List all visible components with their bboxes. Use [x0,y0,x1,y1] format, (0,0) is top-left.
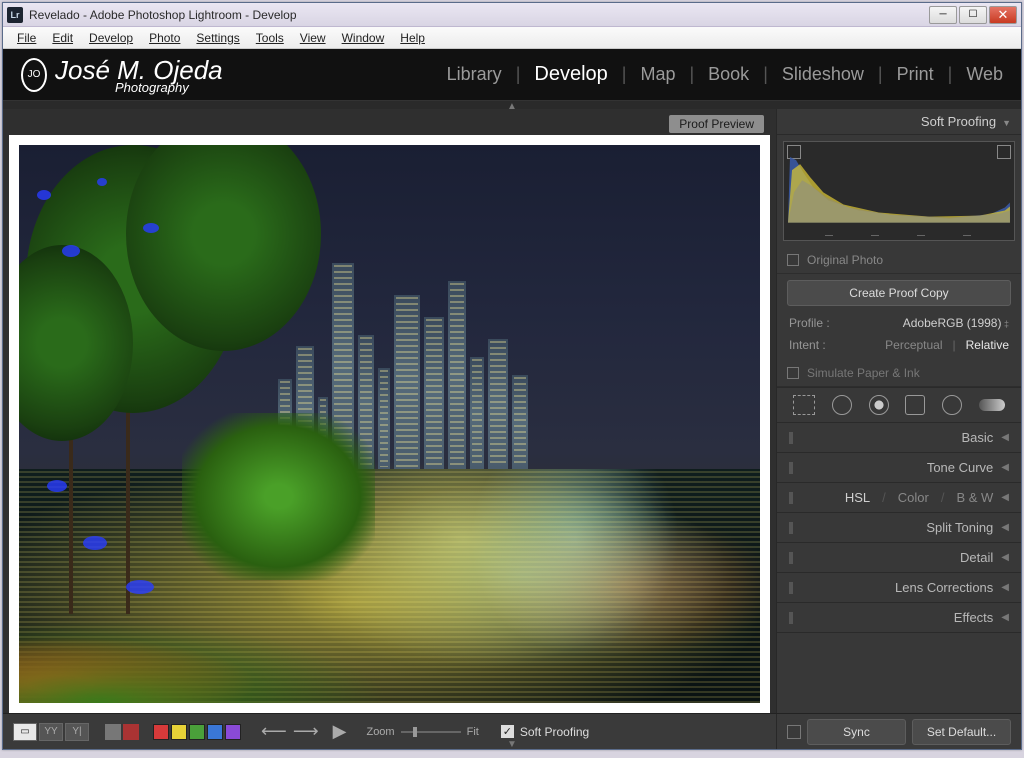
flag-pick-icon[interactable] [105,724,121,740]
check-icon: ✓ [501,725,514,738]
before-after-split-button[interactable]: Y| [65,723,89,741]
proof-preview-badge[interactable]: Proof Preview [669,115,764,133]
menu-edit[interactable]: Edit [44,29,81,47]
menu-file[interactable]: File [9,29,44,47]
module-develop[interactable]: Develop [534,63,607,86]
sync-button[interactable]: Sync [807,719,906,745]
zoom-slider[interactable] [401,731,461,733]
minimize-button[interactable]: ─ [929,6,957,24]
radial-tool-icon[interactable] [942,395,962,415]
view-mode-group: ▭ YY Y| [13,723,89,741]
flag-group [105,724,139,740]
soft-proofing-label: Soft Proofing [520,725,589,739]
soft-proofing-toggle[interactable]: ✓ Soft Proofing [501,725,589,739]
menu-photo[interactable]: Photo [141,29,188,47]
intent-label: Intent : [789,338,875,352]
photo-preview [19,145,760,703]
next-photo-icon[interactable]: ⟶ [293,721,319,742]
color-label-group [153,724,241,740]
menu-develop[interactable]: Develop [81,29,141,47]
play-icon[interactable]: ▶ [333,721,347,742]
app-window: Lr Revelado - Adobe Photoshop Lightroom … [2,2,1022,750]
color-label-purple[interactable] [225,724,241,740]
intent-perceptual[interactable]: Perceptual [885,338,942,352]
original-photo-label: Original Photo [807,253,883,267]
module-print[interactable]: Print [897,64,934,85]
histogram[interactable] [783,141,1015,241]
nav-group: ⟵ ⟶ ▶ [261,721,346,742]
menubar: File Edit Develop Photo Settings Tools V… [3,27,1021,49]
module-picker: Library| Develop| Map| Book| Slideshow| … [447,63,1003,86]
color-label-red[interactable] [153,724,169,740]
loupe-view-button[interactable]: ▭ [13,723,37,741]
zoom-label: Zoom [366,726,394,738]
main-area: Proof Preview [3,109,1021,713]
crop-tool-icon[interactable] [793,395,815,415]
menu-window[interactable]: Window [334,29,393,47]
menu-settings[interactable]: Settings [188,29,247,47]
lightroom-body: JO José M. Ojeda Photography Library| De… [3,49,1021,749]
checkbox-icon [787,254,799,266]
preview-area: Proof Preview [3,109,776,713]
create-proof-copy-button[interactable]: Create Proof Copy [787,280,1011,306]
module-header: JO José M. Ojeda Photography Library| De… [3,49,1021,101]
top-panel-expand[interactable]: ▲ [3,101,1021,109]
grad-tool-icon[interactable] [905,395,925,415]
color-label-yellow[interactable] [171,724,187,740]
fit-label: Fit [467,726,479,738]
section-effects[interactable]: Effects◀ [777,603,1021,633]
module-library[interactable]: Library [447,64,502,85]
canvas[interactable] [9,135,770,713]
module-map[interactable]: Map [640,64,675,85]
logo-icon: JO [21,58,47,92]
titlebar[interactable]: Lr Revelado - Adobe Photoshop Lightroom … [3,3,1021,27]
flag-reject-icon[interactable] [123,724,139,740]
app-icon: Lr [7,7,23,23]
color-label-blue[interactable] [207,724,223,740]
section-basic[interactable]: Basic◀ [777,423,1021,453]
menu-view[interactable]: View [292,29,334,47]
spot-tool-icon[interactable] [832,395,852,415]
window-title: Revelado - Adobe Photoshop Lightroom - D… [29,8,297,22]
before-after-y-button[interactable]: YY [39,723,63,741]
bottom-toolbar: ▭ YY Y| ⟵ ⟶ ▶ [3,713,1021,749]
right-panel: Soft Proofing Original [776,109,1021,713]
prev-photo-icon[interactable]: ⟵ [261,721,287,742]
identity-plate[interactable]: JO José M. Ojeda Photography [21,55,223,95]
redeye-tool-icon[interactable] [869,395,889,415]
maximize-button[interactable]: ☐ [959,6,987,24]
section-detail[interactable]: Detail◀ [777,543,1021,573]
menu-tools[interactable]: Tools [248,29,292,47]
simulate-paper-ink-check[interactable]: Simulate Paper & Ink [777,360,1021,387]
intent-relative[interactable]: Relative [966,338,1009,352]
close-button[interactable]: ✕ [989,6,1017,24]
section-hsl[interactable]: HSL/ Color/ B & W◀ [777,483,1021,513]
brush-tool-icon[interactable] [979,399,1005,411]
filmstrip-expand[interactable]: ▼ [507,739,517,750]
preview-switch-icon[interactable] [787,725,801,739]
section-tone-curve[interactable]: Tone Curve◀ [777,453,1021,483]
tool-strip [777,387,1021,423]
profile-label: Profile : [789,316,830,330]
checkbox-icon [787,367,799,379]
zoom-control[interactable]: Zoom Fit [366,726,478,738]
color-label-green[interactable] [189,724,205,740]
module-slideshow[interactable]: Slideshow [782,64,864,85]
panel-header-soft-proofing[interactable]: Soft Proofing [777,109,1021,135]
section-split-toning[interactable]: Split Toning◀ [777,513,1021,543]
profile-value[interactable]: AdobeRGB (1998) [903,316,1009,330]
simulate-label: Simulate Paper & Ink [807,366,920,380]
original-photo-check[interactable]: Original Photo [777,247,1021,274]
module-book[interactable]: Book [708,64,749,85]
menu-help[interactable]: Help [392,29,433,47]
section-lens-corrections[interactable]: Lens Corrections◀ [777,573,1021,603]
module-web[interactable]: Web [966,64,1003,85]
set-default-button[interactable]: Set Default... [912,719,1011,745]
